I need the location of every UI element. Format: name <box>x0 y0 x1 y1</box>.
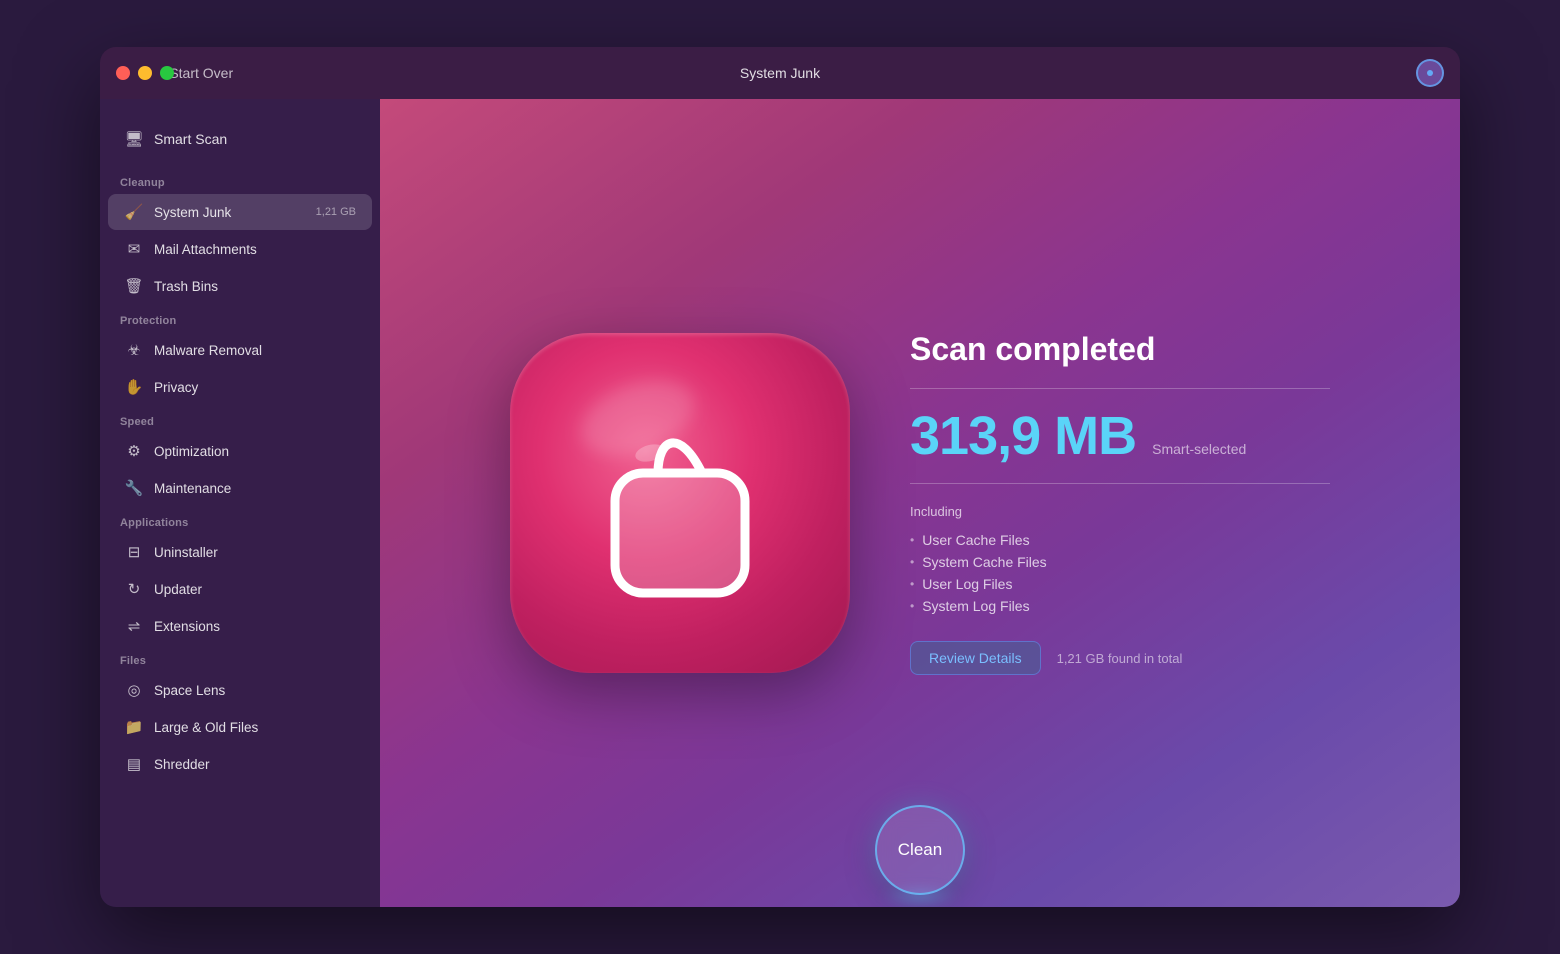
review-row: Review Details 1,21 GB found in total <box>910 641 1330 675</box>
app-logo-svg <box>570 393 790 613</box>
sidebar-item-optimization[interactable]: ⚙ Optimization <box>108 433 372 469</box>
sidebar-item-maintenance[interactable]: 🔧 Maintenance <box>108 470 372 506</box>
including-label: Including <box>910 504 1330 519</box>
app-icon <box>510 333 850 673</box>
review-details-button[interactable]: Review Details <box>910 641 1041 675</box>
trash-bins-label: Trash Bins <box>154 279 356 294</box>
clean-button-area: Clean <box>875 795 965 907</box>
sidebar-item-extensions[interactable]: ⇌ Extensions <box>108 608 372 644</box>
extensions-icon: ⇌ <box>124 616 144 636</box>
space-lens-icon: ◎ <box>124 680 144 700</box>
system-junk-badge: 1,21 GB <box>316 206 356 218</box>
malware-removal-icon: ☣ <box>124 340 144 360</box>
app-window: ‹ Start Over System Junk 🖥 Smart Scan Cl… <box>100 47 1460 907</box>
maintenance-label: Maintenance <box>154 481 356 496</box>
scan-size-row: 313,9 MB Smart-selected <box>910 405 1330 467</box>
total-found-label: 1,21 GB found in total <box>1057 651 1183 666</box>
back-label: Start Over <box>169 65 233 81</box>
large-old-files-icon: 📁 <box>124 717 144 737</box>
smart-scan-icon: 🖥 <box>124 129 144 149</box>
shredder-label: Shredder <box>154 757 356 772</box>
trash-bins-icon: 🗑 <box>124 276 144 296</box>
section-label-files: Files <box>100 645 380 671</box>
shredder-icon: ▤ <box>124 754 144 774</box>
sidebar: 🖥 Smart Scan Cleanup 🧹 System Junk 1,21 … <box>100 99 380 907</box>
section-label-speed: Speed <box>100 406 380 432</box>
including-list: User Cache Files System Cache Files User… <box>910 529 1330 617</box>
avatar-dot <box>1427 70 1433 76</box>
minimize-button[interactable] <box>138 66 152 80</box>
optimization-label: Optimization <box>154 444 356 459</box>
optimization-icon: ⚙ <box>124 441 144 461</box>
extensions-label: Extensions <box>154 619 356 634</box>
list-item: System Log Files <box>910 595 1330 617</box>
section-label-protection: Protection <box>100 305 380 331</box>
scan-divider-bottom <box>910 483 1330 484</box>
smart-selected-label: Smart-selected <box>1152 441 1246 457</box>
sidebar-item-shredder[interactable]: ▤ Shredder <box>108 746 372 782</box>
clean-button[interactable]: Clean <box>875 805 965 895</box>
updater-icon: ↻ <box>124 579 144 599</box>
scan-divider-top <box>910 388 1330 389</box>
privacy-label: Privacy <box>154 380 356 395</box>
uninstaller-icon: ⊟ <box>124 542 144 562</box>
main-content: Scan completed 313,9 MB Smart-selected I… <box>380 99 1460 907</box>
privacy-icon: ✋ <box>124 377 144 397</box>
large-old-files-label: Large & Old Files <box>154 720 356 735</box>
app-icon-container <box>510 333 850 673</box>
titlebar: ‹ Start Over System Junk <box>100 47 1460 99</box>
maximize-button[interactable] <box>160 66 174 80</box>
window-title: System Junk <box>740 65 820 81</box>
list-item: System Cache Files <box>910 551 1330 573</box>
updater-label: Updater <box>154 582 356 597</box>
list-item: User Cache Files <box>910 529 1330 551</box>
scan-info-panel: Scan completed 313,9 MB Smart-selected I… <box>910 331 1330 675</box>
mail-attachments-icon: ✉ <box>124 239 144 259</box>
sidebar-item-uninstaller[interactable]: ⊟ Uninstaller <box>108 534 372 570</box>
list-item: User Log Files <box>910 573 1330 595</box>
section-label-applications: Applications <box>100 507 380 533</box>
content-area: 🖥 Smart Scan Cleanup 🧹 System Junk 1,21 … <box>100 99 1460 907</box>
smart-scan-label: Smart Scan <box>154 131 356 147</box>
sidebar-item-smart-scan[interactable]: 🖥 Smart Scan <box>108 119 372 159</box>
uninstaller-label: Uninstaller <box>154 545 356 560</box>
sidebar-item-space-lens[interactable]: ◎ Space Lens <box>108 672 372 708</box>
sidebar-item-updater[interactable]: ↻ Updater <box>108 571 372 607</box>
sidebar-item-large-old-files[interactable]: 📁 Large & Old Files <box>108 709 372 745</box>
malware-removal-label: Malware Removal <box>154 343 356 358</box>
sidebar-item-mail-attachments[interactable]: ✉ Mail Attachments <box>108 231 372 267</box>
space-lens-label: Space Lens <box>154 683 356 698</box>
scan-size-value: 313,9 MB <box>910 405 1136 467</box>
system-junk-label: System Junk <box>154 205 306 220</box>
mail-attachments-label: Mail Attachments <box>154 242 356 257</box>
sidebar-item-privacy[interactable]: ✋ Privacy <box>108 369 372 405</box>
clean-button-glow <box>880 887 960 907</box>
section-label-cleanup: Cleanup <box>100 167 380 193</box>
titlebar-center: System Junk <box>740 65 820 81</box>
maintenance-icon: 🔧 <box>124 478 144 498</box>
traffic-lights <box>116 66 174 80</box>
scan-completed-title: Scan completed <box>910 331 1330 368</box>
close-button[interactable] <box>116 66 130 80</box>
sidebar-item-system-junk[interactable]: 🧹 System Junk 1,21 GB <box>108 194 372 230</box>
avatar-button[interactable] <box>1416 59 1444 87</box>
sidebar-item-trash-bins[interactable]: 🗑 Trash Bins <box>108 268 372 304</box>
system-junk-icon: 🧹 <box>124 202 144 222</box>
sidebar-item-malware-removal[interactable]: ☣ Malware Removal <box>108 332 372 368</box>
main-area: Scan completed 313,9 MB Smart-selected I… <box>380 99 1460 907</box>
